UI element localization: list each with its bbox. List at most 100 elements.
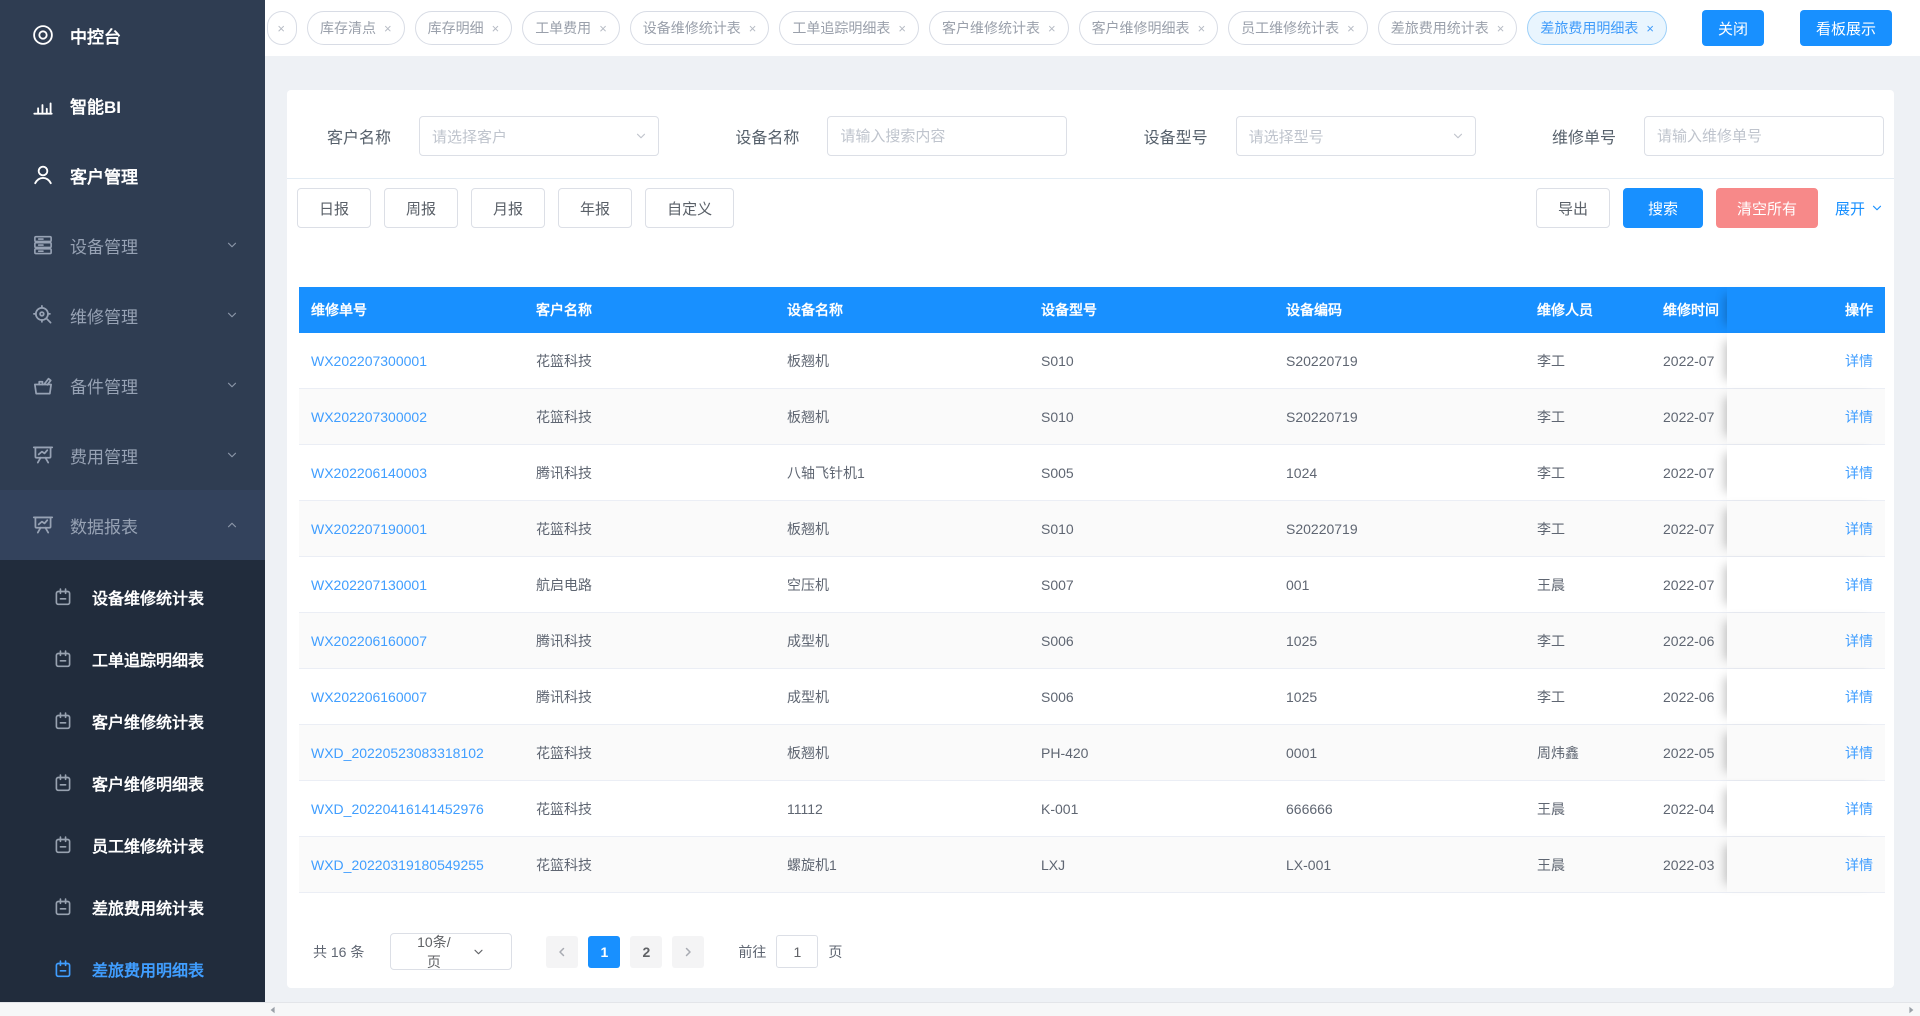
sidebar-subitem-customer-repair-stats[interactable]: 客户维修统计表 xyxy=(0,690,265,752)
detail-link[interactable]: 详情 xyxy=(1845,743,1873,763)
detail-link[interactable]: 详情 xyxy=(1845,575,1873,595)
repair-order-link[interactable]: WX202206160007 xyxy=(311,689,427,705)
table-cell-staff: 李工 xyxy=(1537,352,1565,369)
detail-link[interactable]: 详情 xyxy=(1845,351,1873,371)
model-select[interactable]: 请选择型号 xyxy=(1235,116,1476,156)
next-page-button[interactable] xyxy=(672,935,705,968)
export-button[interactable]: 导出 xyxy=(1535,188,1610,228)
sidebar-item-repair[interactable]: 维修管理 xyxy=(0,280,265,350)
repair-order-link[interactable]: WX202207130001 xyxy=(311,577,427,593)
tab-7[interactable]: 客户维修明细表 × xyxy=(1078,11,1219,45)
goto-page-input[interactable] xyxy=(776,935,819,968)
tab-close-icon[interactable]: × xyxy=(1646,22,1654,35)
repair-order-link[interactable]: WX202207300001 xyxy=(311,353,427,369)
page-button-1[interactable]: 1 xyxy=(588,935,621,968)
detail-link[interactable]: 详情 xyxy=(1845,463,1873,483)
period-button-2[interactable]: 月报 xyxy=(471,188,546,228)
chevron-down-icon xyxy=(225,378,239,392)
detail-link[interactable]: 详情 xyxy=(1845,407,1873,427)
period-button-0[interactable]: 日报 xyxy=(297,188,372,228)
device-name-input[interactable] xyxy=(827,116,1068,156)
sidebar-subitem-customer-repair-detail[interactable]: 客户维修明细表 xyxy=(0,752,265,814)
notebook-icon xyxy=(52,958,74,980)
table-cell-order: WXD_20220416141452976 xyxy=(299,781,524,836)
sidebar-item-bi[interactable]: 智能BI xyxy=(0,70,265,140)
repair-order-link[interactable]: WXD_20220523083318102 xyxy=(311,745,484,761)
customer-select-placeholder: 请选择客户 xyxy=(432,128,508,146)
repair-order-link[interactable]: WX202206160007 xyxy=(311,633,427,649)
device-model-label: 设备型号 xyxy=(1143,130,1208,147)
repair-order-link[interactable]: WXD_20220319180549255 xyxy=(311,857,484,873)
close-button[interactable]: 关闭 xyxy=(1701,10,1764,46)
sidebar-item-report[interactable]: 数据报表 xyxy=(0,490,265,560)
tab-close-icon[interactable]: × xyxy=(749,22,757,35)
table-cell-device: 成型机 xyxy=(787,632,829,649)
prev-page-button[interactable] xyxy=(546,935,579,968)
tab-4[interactable]: 设备维修统计表 × xyxy=(629,11,770,45)
detail-link[interactable]: 详情 xyxy=(1845,631,1873,651)
period-button-4[interactable]: 自定义 xyxy=(645,188,735,228)
tab-8[interactable]: 员工维修统计表 × xyxy=(1228,11,1368,45)
repair-order-link[interactable]: WX202207190001 xyxy=(311,521,427,537)
tab-3[interactable]: 工单费用 × xyxy=(522,11,620,45)
table-header-cell-7: 操作 xyxy=(1727,287,1885,333)
tab-close-icon[interactable]: × xyxy=(1048,22,1056,35)
tab-close-icon[interactable]: × xyxy=(898,22,906,35)
expand-link[interactable]: 展开 xyxy=(1835,198,1884,219)
caret-left-icon[interactable] xyxy=(266,1004,280,1016)
sidebar-subitem-workorder-trace-detail[interactable]: 工单追踪明细表 xyxy=(0,628,265,690)
table-cell-order: WX202207300001 xyxy=(299,333,524,388)
tab-close-icon[interactable]: × xyxy=(1347,22,1355,35)
chevron-up-icon xyxy=(225,518,239,532)
tab-10[interactable]: 差旅费用明细表 × xyxy=(1527,11,1667,45)
period-button-1[interactable]: 周报 xyxy=(384,188,459,228)
sidebar-item-expense[interactable]: 费用管理 xyxy=(0,420,265,490)
detail-link[interactable]: 详情 xyxy=(1845,799,1873,819)
tab-close-icon[interactable]: × xyxy=(384,22,392,35)
sidebar-subitem-travel-expense-stats[interactable]: 差旅费用统计表 xyxy=(0,876,265,938)
sidebar-subitem-device-repair-stats[interactable]: 设备维修统计表 xyxy=(0,566,265,628)
tab-close-icon[interactable]: × xyxy=(1198,22,1206,35)
sidebar-item-customer[interactable]: 客户管理 xyxy=(0,140,265,210)
table-cell-time: 2022-04 xyxy=(1663,800,1715,817)
tab-6[interactable]: 客户维修统计表 × xyxy=(928,11,1069,45)
equipment-icon xyxy=(30,232,56,258)
repair-order-link[interactable]: WX202207300002 xyxy=(311,409,427,425)
customer-select[interactable]: 请选择客户 xyxy=(419,116,660,156)
tab-5[interactable]: 工单追踪明细表 × xyxy=(779,11,919,45)
table-cell-time: 2022-07 xyxy=(1663,520,1715,537)
tab-1[interactable]: 库存清点 × xyxy=(307,11,405,45)
search-button[interactable]: 搜索 xyxy=(1622,188,1703,228)
tab-2[interactable]: 库存明细 × xyxy=(414,11,513,45)
sidebar: 中控台 智能BI 客户管理 设备管理 维修管理 备件管理 费用管理 数据报表 设备维修统计表工… xyxy=(0,0,265,1002)
tab-close-icon[interactable]: × xyxy=(277,22,285,35)
tab-9[interactable]: 差旅费用统计表 × xyxy=(1377,11,1518,45)
detail-link[interactable]: 详情 xyxy=(1845,687,1873,707)
tab-0[interactable]: × xyxy=(267,11,297,45)
sidebar-item-console[interactable]: 中控台 xyxy=(0,0,265,70)
sidebar-subitem-staff-repair-stats[interactable]: 员工维修统计表 xyxy=(0,814,265,876)
sidebar-subitem-travel-expense-detail[interactable]: 差旅费用明细表 xyxy=(0,938,265,1000)
caret-right-icon[interactable] xyxy=(1904,1004,1918,1016)
sidebar-item-equipment[interactable]: 设备管理 xyxy=(0,210,265,280)
detail-link[interactable]: 详情 xyxy=(1845,855,1873,875)
tab-bar: × 库存清点 × 库存明细 × 工单费用 × 设备维修统计表 × 工单追踪明细表 × 客户维修统计表 ×… xyxy=(265,0,1920,56)
clear-all-button[interactable]: 清空所有 xyxy=(1715,188,1818,228)
table-cell-order: WX202207190001 xyxy=(299,501,524,556)
repair-order-link[interactable]: WX202206140003 xyxy=(311,465,427,481)
horizontal-scrollbar[interactable] xyxy=(0,1002,1920,1016)
tab-close-icon[interactable]: × xyxy=(1497,22,1505,35)
repair-order-link[interactable]: WXD_20220416141452976 xyxy=(311,801,484,817)
repair-order-input[interactable] xyxy=(1644,116,1884,156)
sidebar-subitem-label: 工单追踪明细表 xyxy=(92,653,205,670)
tab-close-icon[interactable]: × xyxy=(492,22,500,35)
period-button-3[interactable]: 年报 xyxy=(558,188,633,228)
page-size-select[interactable]: 10条/页 xyxy=(390,933,513,970)
tab-close-icon[interactable]: × xyxy=(599,22,607,35)
page-button-2[interactable]: 2 xyxy=(630,935,663,968)
table-row: WX202206160007 腾讯科技 成型机 S006 1025 李工 2022-06 详情 xyxy=(299,613,1885,669)
table-cell-code: S20220719 xyxy=(1286,520,1358,537)
board-display-button[interactable]: 看板展示 xyxy=(1799,10,1892,46)
detail-link[interactable]: 详情 xyxy=(1845,519,1873,539)
sidebar-item-spare[interactable]: 备件管理 xyxy=(0,350,265,420)
